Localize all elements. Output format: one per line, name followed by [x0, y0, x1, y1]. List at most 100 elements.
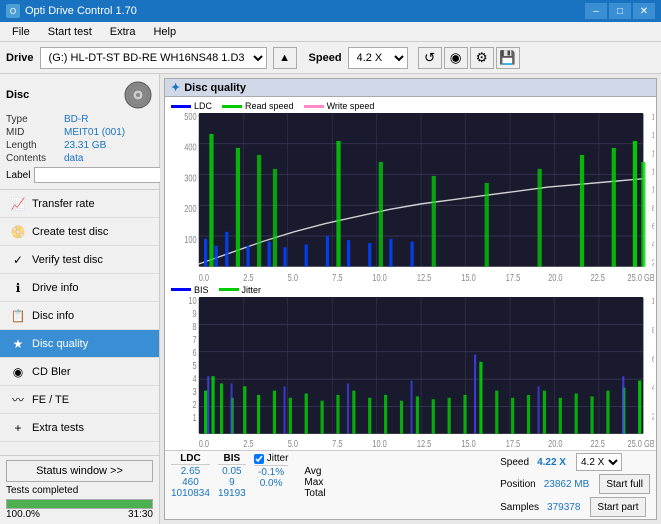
minimize-button[interactable]: –: [585, 3, 607, 19]
nav-disc-quality[interactable]: ★ Disc quality: [0, 330, 159, 358]
chart-header-icon: ✦: [171, 81, 180, 94]
svg-text:8: 8: [193, 321, 197, 332]
svg-text:22.5: 22.5: [590, 272, 605, 281]
total-bis: 19193: [218, 488, 246, 499]
maximize-button[interactable]: □: [609, 3, 631, 19]
svg-text:2.5: 2.5: [243, 437, 253, 448]
svg-text:17.5: 17.5: [506, 437, 520, 448]
stats-bottom-row: LDC 2.65 460 1010834 BIS 0.05 9 19193: [165, 450, 656, 519]
legend-write-speed: Write speed: [304, 101, 375, 111]
disc-info-icon: 📋: [10, 308, 26, 324]
menu-start-test[interactable]: Start test: [40, 24, 100, 40]
menu-help[interactable]: Help: [145, 24, 184, 40]
app-icon: O: [6, 4, 20, 18]
main-layout: Disc Type BD-R MID MEIT01 (001): [0, 74, 661, 524]
legend-write-label: Write speed: [327, 101, 375, 111]
position-label: Position: [500, 479, 536, 490]
top-chart-legend: LDC Read speed Write speed: [167, 99, 654, 113]
svg-text:6: 6: [193, 347, 197, 358]
settings-button[interactable]: ⚙: [470, 47, 494, 69]
jitter-header: Jitter: [267, 453, 289, 464]
labels-col: - Avg Max Total: [304, 453, 325, 499]
speed-label: Speed: [309, 52, 342, 64]
nav-verify-test-disc[interactable]: ✓ Verify test disc: [0, 246, 159, 274]
svg-text:3: 3: [193, 386, 197, 397]
eject-button[interactable]: ▲: [273, 47, 297, 69]
type-value: BD-R: [64, 114, 88, 125]
total-label: Total: [304, 488, 325, 499]
label-label: Label: [6, 170, 30, 181]
nav-disc-info[interactable]: 📋 Disc info: [0, 302, 159, 330]
disc-icon: [123, 80, 153, 110]
ldc-header: LDC: [171, 453, 210, 465]
nav-transfer-rate[interactable]: 📈 Transfer rate: [0, 190, 159, 218]
max-label: Max: [304, 477, 325, 488]
nav-cd-bler[interactable]: ◉ CD Bler: [0, 358, 159, 386]
svg-text:2X: 2X: [652, 257, 654, 267]
nav-drive-info[interactable]: ℹ Drive info: [0, 274, 159, 302]
nav-disc-info-label: Disc info: [32, 310, 74, 322]
disc-panel: Disc Type BD-R MID MEIT01 (001): [0, 74, 159, 190]
legend-jitter-label: Jitter: [242, 285, 262, 295]
svg-text:10.0: 10.0: [372, 272, 387, 281]
cd-bler-icon: ◉: [10, 364, 26, 380]
svg-text:400: 400: [184, 142, 197, 153]
svg-text:16X: 16X: [652, 130, 654, 140]
svg-text:4: 4: [193, 373, 197, 384]
svg-text:10%: 10%: [652, 297, 654, 306]
nav-extra-tests-label: Extra tests: [32, 422, 84, 434]
status-window-button[interactable]: Status window >>: [6, 460, 153, 482]
close-button[interactable]: ✕: [633, 3, 655, 19]
drive-info-icon: ℹ: [10, 280, 26, 296]
top-chart-section: LDC Read speed Write speed: [167, 99, 654, 281]
start-part-button[interactable]: Start part: [590, 497, 645, 517]
contents-value: data: [64, 153, 83, 164]
avg-bis: 0.05: [218, 466, 246, 477]
svg-text:9: 9: [193, 308, 197, 319]
speed-control-select[interactable]: 4.2 X: [576, 453, 622, 471]
contents-label: Contents: [6, 153, 64, 164]
svg-text:2.5: 2.5: [243, 272, 253, 281]
svg-text:12.5: 12.5: [417, 272, 432, 281]
fe-te-icon: 〰: [10, 392, 26, 408]
svg-text:8%: 8%: [652, 325, 654, 335]
drive-select[interactable]: (G:) HL-DT-ST BD-RE WH16NS48 1.D3: [40, 47, 267, 69]
nav-fe-te[interactable]: 〰 FE / TE: [0, 386, 159, 414]
progress-bar: [6, 499, 153, 509]
scan-button[interactable]: ◉: [444, 47, 468, 69]
jitter-header-row: Jitter: [254, 453, 289, 466]
top-chart-svg: 500 400 300 200 100 18X 16X 14X 12X 10X …: [167, 113, 654, 281]
max-bis: 9: [218, 477, 246, 488]
start-full-button[interactable]: Start full: [599, 474, 650, 494]
svg-text:15.0: 15.0: [461, 437, 475, 448]
nav-extra-tests[interactable]: + Extra tests: [0, 414, 159, 442]
jitter-checkbox[interactable]: [254, 454, 264, 464]
save-button[interactable]: 💾: [496, 47, 520, 69]
nav-verify-test-disc-label: Verify test disc: [32, 254, 103, 266]
app-title: Opti Drive Control 1.70: [25, 5, 137, 17]
total-ldc: 1010834: [171, 488, 210, 499]
svg-text:20.0: 20.0: [548, 437, 562, 448]
label-input[interactable]: [34, 167, 168, 183]
legend-read-speed: Read speed: [222, 101, 294, 111]
svg-text:8X: 8X: [652, 203, 654, 213]
bottom-chart-legend: BIS Jitter: [167, 283, 654, 297]
nav-create-test-disc[interactable]: 📀 Create test disc: [0, 218, 159, 246]
svg-text:5.0: 5.0: [288, 437, 298, 448]
status-bar-panel: Status window >> Tests completed 100.0% …: [0, 455, 159, 524]
bis-header: BIS: [218, 453, 246, 465]
chart-title: Disc quality: [184, 82, 246, 94]
drive-label: Drive: [6, 52, 34, 64]
svg-text:25.0 GB: 25.0 GB: [628, 272, 654, 281]
menu-file[interactable]: File: [4, 24, 38, 40]
svg-text:22.5: 22.5: [590, 437, 604, 448]
legend-ldc: LDC: [171, 101, 212, 111]
speed-select[interactable]: 4.2 X: [348, 47, 408, 69]
nav-disc-quality-label: Disc quality: [32, 338, 88, 350]
svg-text:5.0: 5.0: [288, 272, 298, 281]
menu-extra[interactable]: Extra: [102, 24, 144, 40]
drive-action-buttons: ↺ ◉ ⚙ 💾: [418, 47, 520, 69]
nav-items: 📈 Transfer rate 📀 Create test disc ✓ Ver…: [0, 190, 159, 455]
svg-text:12X: 12X: [652, 167, 654, 177]
refresh-button[interactable]: ↺: [418, 47, 442, 69]
